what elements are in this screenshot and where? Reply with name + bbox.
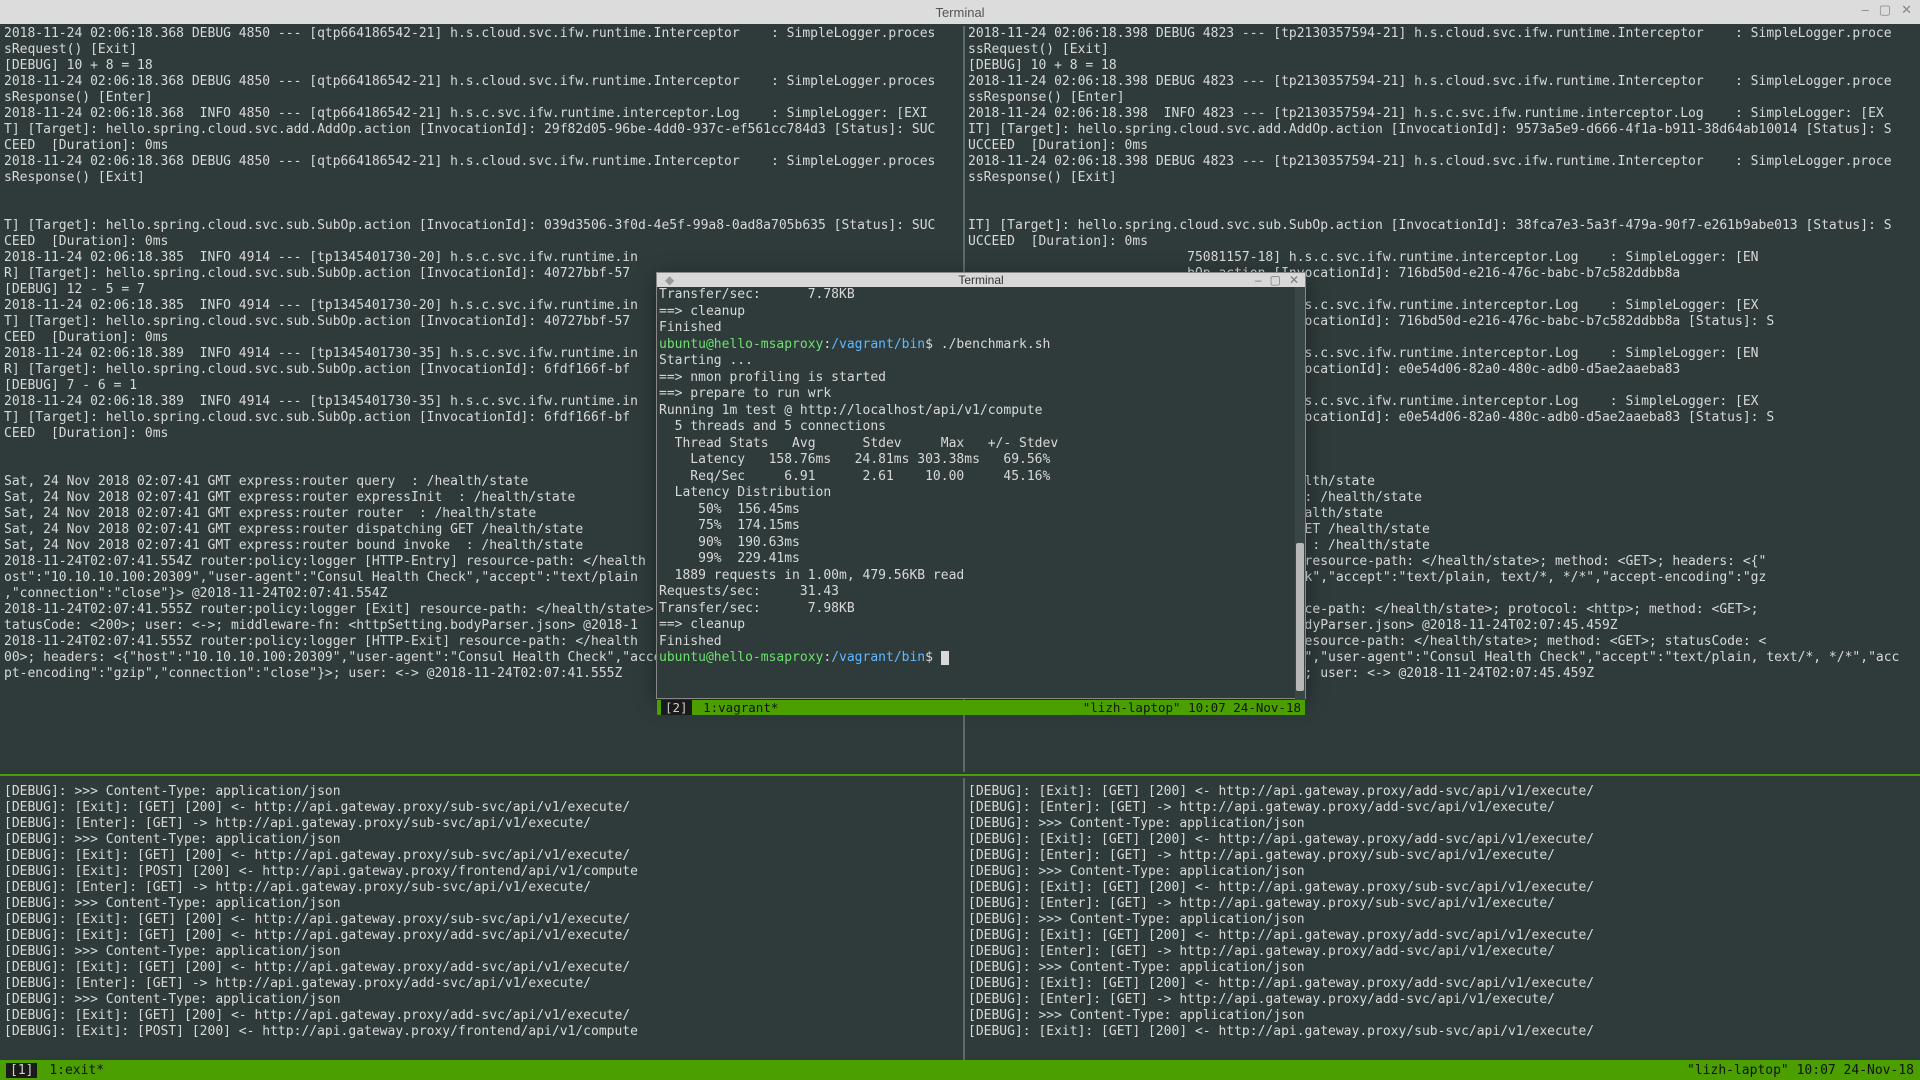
pane-divider-vertical-lower xyxy=(963,778,965,1062)
tmux-status-right: "lizh-laptop" 10:07 24-Nov-18 xyxy=(1083,700,1301,715)
floating-terminal-title: Terminal xyxy=(958,273,1003,287)
tmux-session-number: [2] xyxy=(661,700,692,715)
floating-terminal-body[interactable]: Transfer/sec: 7.78KB ==> cleanup Finishe… xyxy=(657,287,1305,700)
tmux-pane-bottom-right[interactable]: [DEBUG]: [Exit]: [GET] [200] <- http://a… xyxy=(968,784,1920,1052)
maximize-icon[interactable]: ▢ xyxy=(1879,2,1891,18)
terminal-root: 2018-11-24 02:06:18.368 DEBUG 4850 --- [… xyxy=(0,24,1920,1080)
tmux-session-number: [1] xyxy=(6,1063,37,1078)
outer-tmux-statusbar[interactable]: [1] 1:exit* "lizh-laptop" 10:07 24-Nov-1… xyxy=(0,1060,1920,1080)
prompt-path: /vagrant/bin xyxy=(831,650,925,665)
tmux-pane-bottom-left[interactable]: [DEBUG]: >>> Content-Type: application/j… xyxy=(4,784,962,1052)
pane-divider-horizontal xyxy=(0,774,1920,776)
tmux-window-name: 1:exit* xyxy=(49,1063,104,1078)
benchmark-pre-output: Transfer/sec: 7.78KB ==> cleanup Finishe… xyxy=(659,287,855,335)
minimize-icon[interactable]: – xyxy=(1862,2,1869,18)
scrollbar[interactable] xyxy=(1295,287,1305,700)
scrollbar-thumb[interactable] xyxy=(1296,543,1304,692)
cursor-icon xyxy=(941,651,949,665)
window-menu-icon[interactable]: ◆ xyxy=(665,273,674,287)
prompt-user: ubuntu@hello-msaproxy xyxy=(659,337,823,352)
tmux-window-name: 1:vagrant* xyxy=(703,700,778,715)
prompt-user: ubuntu@hello-msaproxy xyxy=(659,650,823,665)
floating-terminal-window[interactable]: ◆ Terminal – ▢ ✕ Transfer/sec: 7.78KB ==… xyxy=(656,272,1306,699)
tmux-status-right: "lizh-laptop" 10:07 24-Nov-18 xyxy=(1687,1063,1914,1078)
close-icon[interactable]: ✕ xyxy=(1289,273,1299,287)
outer-window-titlebar[interactable]: Terminal – ▢ ✕ xyxy=(0,0,1920,24)
prompt-path: /vagrant/bin xyxy=(831,337,925,352)
prompt-dollar: $ xyxy=(925,337,941,352)
maximize-icon[interactable]: ▢ xyxy=(1270,273,1281,287)
command-text: ./benchmark.sh xyxy=(941,337,1051,352)
prompt-dollar: $ xyxy=(925,650,941,665)
floating-terminal-titlebar[interactable]: ◆ Terminal – ▢ ✕ xyxy=(657,273,1305,287)
minimize-icon[interactable]: – xyxy=(1255,273,1262,287)
floating-tmux-statusbar[interactable]: [2] 1:vagrant* "lizh-laptop" 10:07 24-No… xyxy=(657,700,1305,715)
benchmark-output: Starting ... ==> nmon profiling is start… xyxy=(659,353,1058,649)
outer-window-title: Terminal xyxy=(935,5,984,20)
close-icon[interactable]: ✕ xyxy=(1901,2,1912,18)
